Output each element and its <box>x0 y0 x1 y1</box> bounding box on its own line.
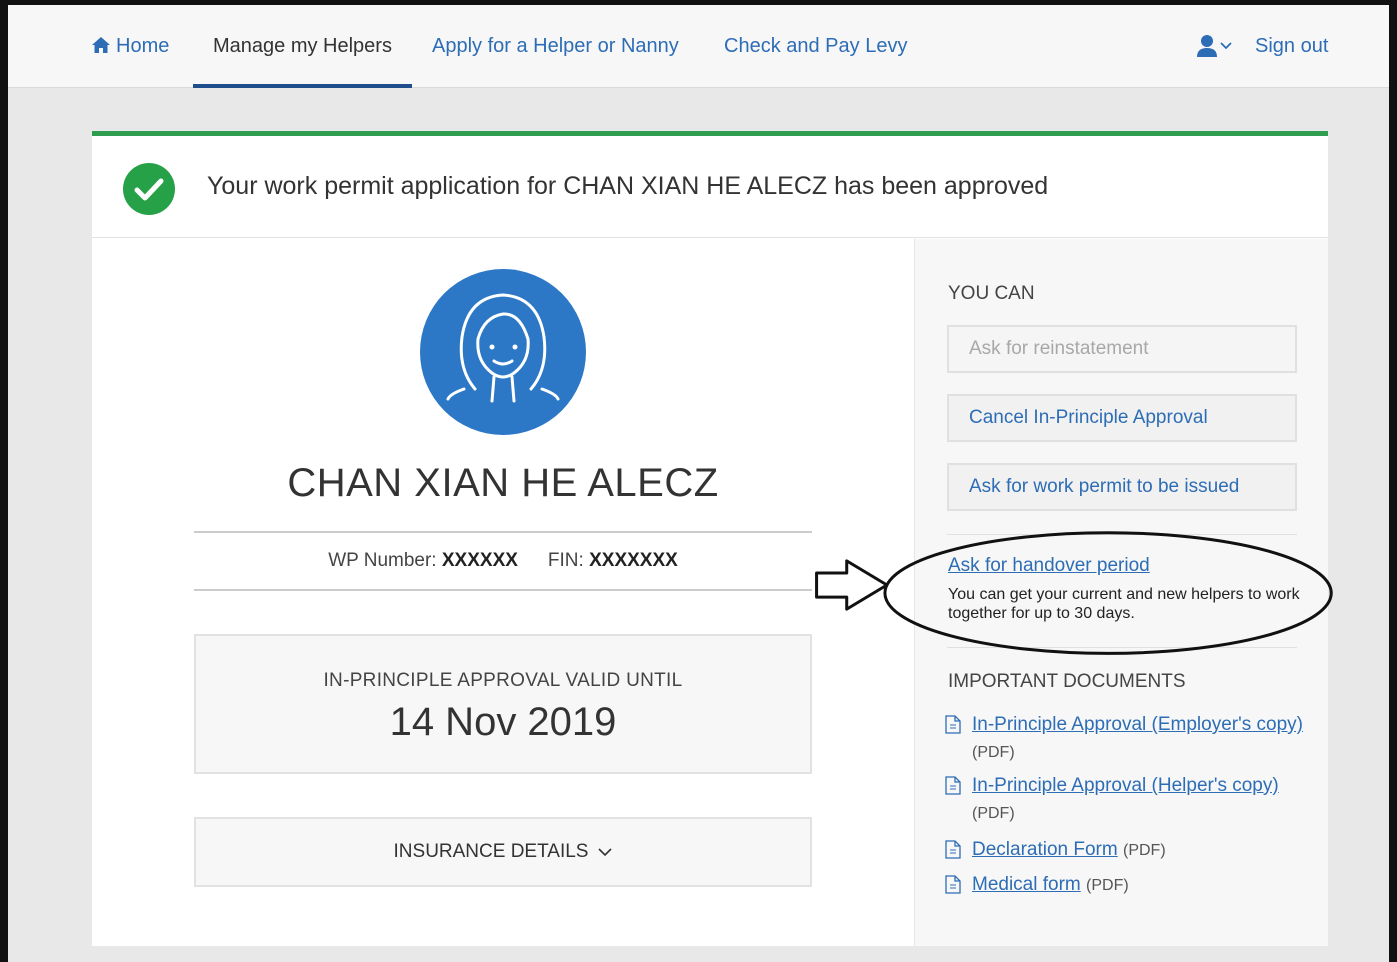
document-item: Declaration Form (PDF) <box>945 836 1305 864</box>
ipa-employer-copy-link[interactable]: In-Principle Approval (Employer's copy) <box>972 714 1303 735</box>
ask-reinstatement-button[interactable]: Ask for reinstatement <box>947 325 1297 373</box>
wp-number: WP Number: XXXXXX <box>328 550 518 572</box>
nav-apply-label: Apply for a Helper or Nanny <box>432 35 679 57</box>
handover-period-link[interactable]: Ask for handover period <box>948 555 1150 577</box>
document-icon <box>945 715 961 734</box>
helper-id-row: WP Number: XXXXXX FIN: XXXXXXX <box>194 531 812 591</box>
success-message: Your work permit application for CHAN XI… <box>207 172 1049 200</box>
insurance-details-label: INSURANCE DETAILS <box>393 841 589 862</box>
declaration-form-link[interactable]: Declaration Form <box>972 839 1118 860</box>
pdf-label: (PDF) <box>972 805 1015 822</box>
ipa-validity-date: 14 Nov 2019 <box>389 700 617 744</box>
nav-levy-label: Check and Pay Levy <box>724 35 908 57</box>
user-menu-button[interactable] <box>1196 33 1236 63</box>
divider <box>947 647 1297 648</box>
cancel-ipa-button[interactable]: Cancel In-Principle Approval <box>947 394 1297 442</box>
handover-period-description: You can get your current and new helpers… <box>948 586 1300 622</box>
insurance-details-toggle[interactable]: INSURANCE DETAILS <box>194 817 812 887</box>
pdf-label: (PDF) <box>1123 842 1166 859</box>
active-tab-indicator <box>193 84 412 88</box>
home-icon <box>92 5 110 88</box>
divider <box>947 534 1297 535</box>
document-item: In-Principle Approval (Helper's copy) (P… <box>945 772 1305 827</box>
nav-check-levy[interactable]: Check and Pay Levy <box>724 5 907 88</box>
document-icon <box>945 776 961 795</box>
wp-number-value: XXXXXX <box>441 550 518 571</box>
fin-label: FIN: <box>547 550 584 571</box>
medical-form-link[interactable]: Medical form <box>972 874 1081 895</box>
document-icon <box>945 840 961 859</box>
document-item: Medical form (PDF) <box>945 871 1305 899</box>
document-item: In-Principle Approval (Employer's copy) … <box>945 711 1305 766</box>
ipa-validity-label: IN-PRINCIPLE APPROVAL VALID UNTIL <box>323 670 683 691</box>
nav-manage-helpers[interactable]: Manage my Helpers <box>193 5 412 88</box>
nav-home-label: Home <box>116 35 170 57</box>
nav-manage-label: Manage my Helpers <box>213 35 392 57</box>
chevron-down-icon <box>598 848 613 857</box>
document-icon <box>945 875 961 894</box>
user-icon <box>1197 35 1217 57</box>
success-check-icon <box>123 163 175 215</box>
important-documents-heading: IMPORTANT DOCUMENTS <box>948 671 1186 692</box>
helper-details-pane: CHAN XIAN HE ALECZ WP Number: XXXXXX FIN… <box>92 239 914 946</box>
ipa-helper-copy-link[interactable]: In-Principle Approval (Helper's copy) <box>972 775 1279 796</box>
fin-number: FIN: XXXXXXX <box>548 550 678 572</box>
fin-value: XXXXXXX <box>589 550 678 571</box>
sign-out-link[interactable]: Sign out <box>1255 5 1328 88</box>
sign-out-label: Sign out <box>1255 35 1329 57</box>
you-can-heading: YOU CAN <box>948 283 1035 304</box>
pdf-label: (PDF) <box>1086 877 1129 894</box>
helper-name: CHAN XIAN HE ALECZ <box>287 461 719 505</box>
actions-sidebar: YOU CAN Ask for reinstatement Cancel In-… <box>914 239 1328 946</box>
ask-reinstatement-label: Ask for reinstatement <box>969 338 1149 359</box>
helper-avatar-icon <box>420 269 586 435</box>
success-banner: Your work permit application for CHAN XI… <box>92 136 1328 238</box>
top-navbar: Home Manage my Helpers Apply for a Helpe… <box>8 5 1389 88</box>
nav-apply-helper[interactable]: Apply for a Helper or Nanny <box>432 5 679 88</box>
ipa-validity-box: IN-PRINCIPLE APPROVAL VALID UNTIL 14 Nov… <box>194 634 812 774</box>
cancel-ipa-label: Cancel In-Principle Approval <box>969 407 1208 428</box>
browser-frame: Home Manage my Helpers Apply for a Helpe… <box>0 0 1397 962</box>
nav-home[interactable]: Home <box>92 5 169 88</box>
pdf-label: (PDF) <box>972 744 1015 761</box>
chevron-down-icon <box>1220 42 1232 50</box>
wp-number-label: WP Number: <box>328 550 437 571</box>
application-card: Your work permit application for CHAN XI… <box>92 131 1328 946</box>
issue-work-permit-button[interactable]: Ask for work permit to be issued <box>947 463 1297 511</box>
issue-work-permit-label: Ask for work permit to be issued <box>969 476 1240 497</box>
